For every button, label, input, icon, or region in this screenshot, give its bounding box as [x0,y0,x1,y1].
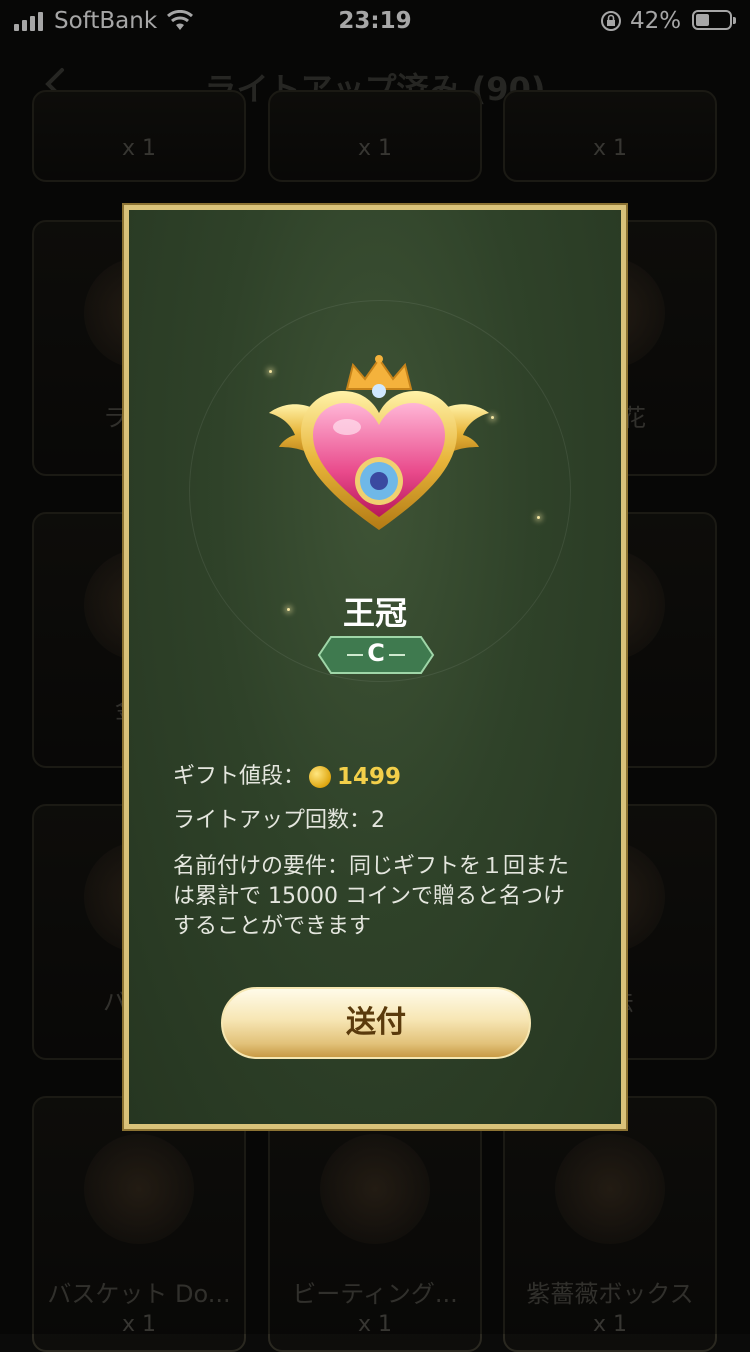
price-label: ギフト値段： [173,764,306,789]
heart-crown-gift-icon [269,355,489,530]
naming-requirement: 名前付けの要件：同じギフトを１回または累計で 15000 コインで贈ると名つけす… [173,854,570,939]
sparkle [537,516,540,519]
rank-badge: C [317,635,435,675]
sparkle [491,416,494,419]
gift-detail-modal: 王冠 C ギフト値段： 1499 ライトアップ回数：2 名前付けの要件：同じギフ… [122,203,628,1131]
price-row: ギフト値段： 1499 [173,762,583,792]
rank-label: C [367,639,385,667]
coin-icon [309,766,332,788]
gift-name: 王冠 [342,594,407,632]
light-up-count: ライトアップ回数：2 [173,808,385,833]
send-button[interactable]: 送付 [221,987,531,1059]
price-value: 1499 [337,764,402,790]
